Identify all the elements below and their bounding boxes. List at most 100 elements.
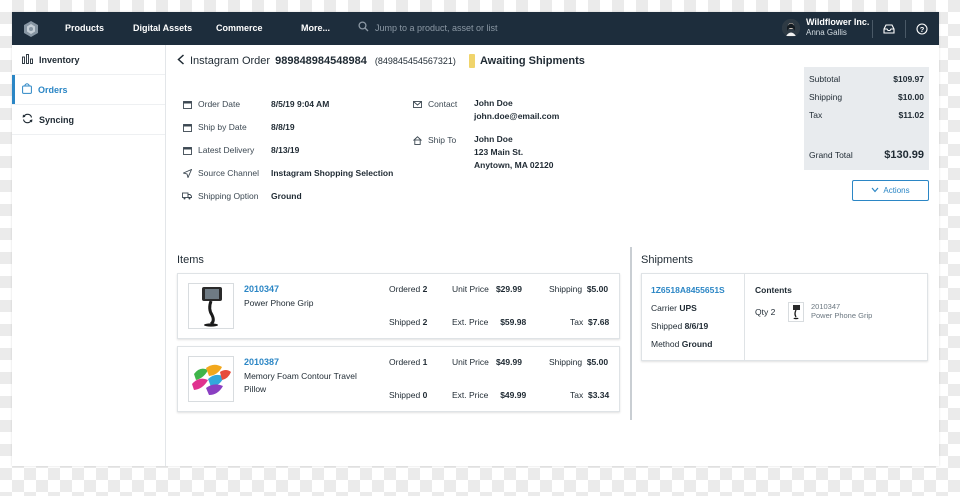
inbox-icon[interactable] [882,22,896,36]
sidebar-item-label: Orders [38,84,68,95]
mail-icon [412,99,422,109]
send-icon [182,168,192,178]
ext-price-value: $59.98 [500,317,527,327]
sidebar-item-syncing[interactable]: Syncing [12,105,165,135]
grand-total-value: $130.99 [884,149,924,161]
sync-icon [22,113,33,126]
top-nav-bar: Products Digital Assets Commerce More...… [12,12,939,45]
status-indicator [468,54,475,68]
account-menu[interactable]: Wildflower Inc. Anna Gallis [782,17,869,38]
actions-button[interactable]: Actions [852,180,929,201]
totals-subtotal: Subtotal $109.97 [809,74,924,84]
subtotal-value: $109.97 [893,74,924,84]
item-sku-link[interactable]: 2010387 [244,357,279,367]
grand-total-label: Grand Total [809,150,853,160]
ordered-value: 2 [422,284,428,294]
item-tax: Tax $3.34 [570,390,609,400]
ship-to-address: John Doe 123 Main St. Anytown, MA 02120 [474,133,554,172]
subtotal-label: Subtotal [809,74,841,84]
ship-to-city: Anytown, MA 02120 [474,160,554,170]
items-section-title: Items [177,254,204,266]
unit-price-label: Unit Price [452,284,489,294]
home-icon [412,135,422,145]
search-input[interactable]: Jump to a product, asset or list [375,23,498,33]
ext-price-label: Ext. Price [452,317,489,327]
search-bar[interactable]: Jump to a product, asset or list [358,21,498,34]
shipped-label: Shipped [389,317,421,327]
unit-price: Unit Price $29.99 [452,284,522,294]
item-shipping-value: $5.00 [586,284,609,294]
unit-price: Unit Price $49.99 [452,357,522,367]
chevron-down-icon [871,186,879,195]
order-alt-number: (849845454567321) [374,56,456,66]
item-shipping-label: Shipping [549,357,583,367]
detail-shipping-option: Shipping Option Ground [182,191,302,201]
contents-name: Power Phone Grip [811,311,873,320]
detail-label: Ship by Date [198,122,247,132]
order-channel-prefix: Instagram Order [190,55,271,67]
item-thumbnail[interactable] [188,283,234,329]
shipping-value: $10.00 [898,92,924,102]
divider [872,20,873,38]
contact-email[interactable]: john.doe@email.com [474,110,559,123]
nav-products[interactable]: Products [65,23,104,33]
shipping-label: Shipping [809,92,843,102]
totals-shipping: Shipping $10.00 [809,92,924,102]
tax-label: Tax [809,110,823,120]
order-number: 989848984548984 [275,55,367,67]
ordered-qty: Ordered 2 [389,284,427,294]
tracking-number-link[interactable]: 1Z6518A8455651S [651,285,725,295]
nav-commerce[interactable]: Commerce [216,23,263,33]
method-label: Method [651,339,680,349]
item-thumbnail[interactable] [188,356,234,402]
carrier-label: Carrier [651,303,677,313]
svg-text:?: ? [920,25,925,34]
detail-ship-by-date: Ship by Date 8/8/19 [182,122,295,132]
avatar [782,18,800,37]
help-icon[interactable]: ? [915,22,929,36]
truck-icon [182,191,192,201]
item-shipping-value: $5.00 [586,357,609,367]
shipped-qty: Shipped 0 [389,390,427,400]
item-card: 2010387 Memory Foam Contour Travel Pillo… [177,346,620,412]
detail-value: Instagram Shopping Selection [271,168,394,178]
sidebar-item-orders[interactable]: Orders [12,75,165,105]
contents-heading: Contents [755,285,792,295]
back-arrow-icon[interactable] [177,54,185,68]
item-sku-link[interactable]: 2010347 [244,284,279,294]
method-value: Ground [681,339,713,349]
inventory-icon [22,53,33,66]
detail-latest-delivery: Latest Delivery 8/13/19 [182,145,299,155]
detail-value: 8/13/19 [271,145,300,155]
detail-value: 8/5/19 9:04 AM [271,99,330,109]
order-status: Awaiting Shipments [479,55,585,67]
shipment-info: 1Z6518A8455651S Carrier UPS Shipped 8/6/… [642,274,745,360]
app-window: Products Digital Assets Commerce More...… [12,12,939,466]
item-name: Memory Foam Contour Travel Pillow [244,371,357,394]
ext-price-value: $49.99 [500,390,527,400]
nav-more[interactable]: More... [301,23,330,33]
shipment-card: 1Z6518A8455651S Carrier UPS Shipped 8/6/… [641,273,928,361]
logo-icon[interactable] [16,12,46,45]
sidebar-item-inventory[interactable]: Inventory [12,45,165,75]
shipment-carrier: Carrier UPS [651,303,697,313]
shipment-date: Shipped 8/6/19 [651,321,708,331]
nav-digital-assets[interactable]: Digital Assets [133,23,192,33]
item-shipping-label: Shipping [549,284,583,294]
item-shipping: Shipping $5.00 [549,357,608,367]
orders-bag-icon [22,83,32,96]
contents-thumbnail [788,302,804,322]
calendar-icon [182,99,192,109]
ordered-label: Ordered [389,284,421,294]
item-tax-label: Tax [570,317,584,327]
divider [905,20,906,38]
ship-to-label-row: Ship To [412,135,456,145]
calendar-icon [182,122,192,132]
detail-label: Latest Delivery [198,145,255,155]
ext-price: Ext. Price $59.98 [452,317,526,327]
item-tax-label: Tax [570,390,584,400]
actions-label: Actions [883,186,910,195]
item-name: Power Phone Grip [244,298,314,308]
detail-value: Ground [271,191,302,201]
shipped-date-value: 8/6/19 [684,321,709,331]
